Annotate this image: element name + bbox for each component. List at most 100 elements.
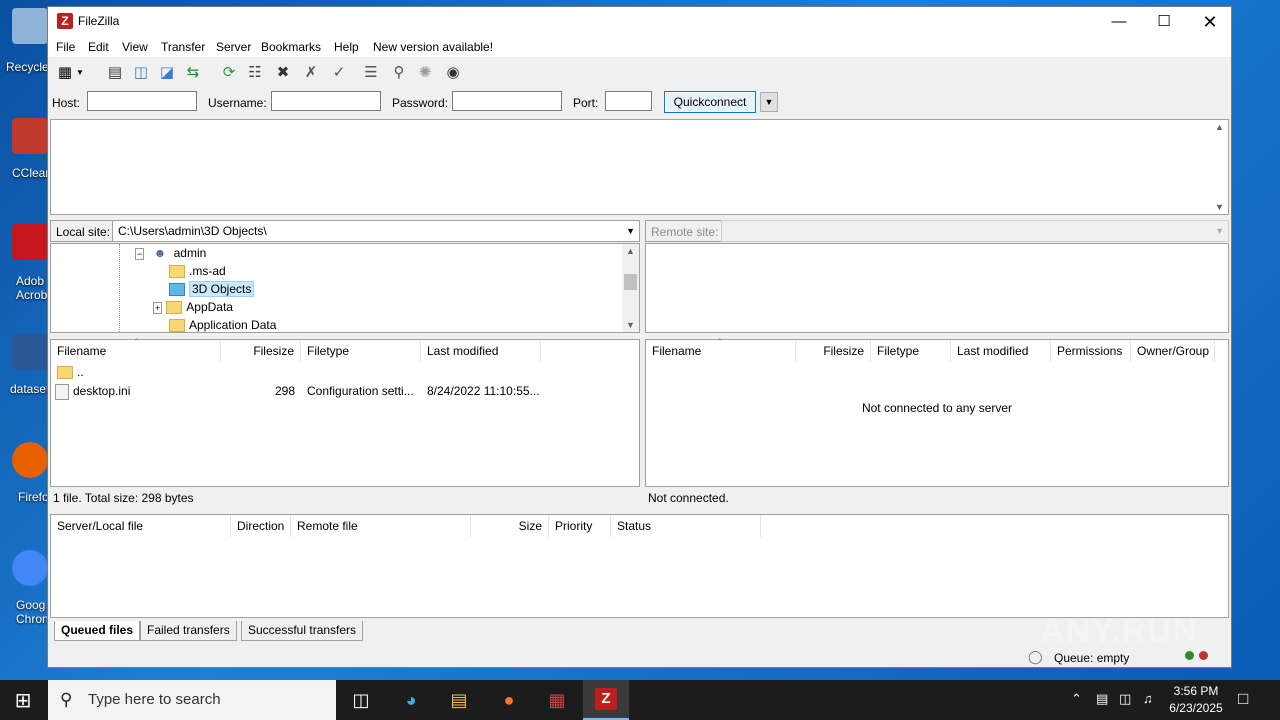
remote-path-combo[interactable]: ▼ <box>721 220 1229 242</box>
column-permissions[interactable]: Permissions <box>1051 340 1131 362</box>
clock-time: 3:56 PM <box>1173 684 1219 698</box>
tab-queued-files[interactable]: Queued files <box>54 621 141 641</box>
clock[interactable]: 3:56 PM 6/23/2025 <box>1166 683 1226 717</box>
scroll-up-icon[interactable]: ▲ <box>1211 122 1228 132</box>
collapse-icon[interactable]: − <box>135 248 145 260</box>
column-direction[interactable]: Direction <box>231 515 291 537</box>
directory-filter-icon[interactable]: ☰ <box>360 61 382 83</box>
file-type: Configuration setti... <box>307 384 414 398</box>
refresh-icon[interactable]: ⟳ <box>218 61 240 83</box>
scroll-down-icon[interactable]: ▼ <box>622 320 639 330</box>
disconnect-icon[interactable]: ✗ <box>300 61 322 83</box>
desktop-icon-ccleaner[interactable]: CClear <box>0 118 49 180</box>
remote-file-list[interactable]: Filename ⌃ Filesize Filetype Last modifi… <box>645 337 1229 487</box>
minimize-button[interactable]: — <box>1096 7 1142 37</box>
tree-item-admin[interactable]: − ☻ admin <box>135 246 206 260</box>
menu-file[interactable]: File <box>56 40 75 54</box>
quickconnect-dropdown-icon[interactable]: ▼ <box>760 92 778 112</box>
menu-help[interactable]: Help <box>334 40 359 54</box>
local-file-list[interactable]: Filename ⌃ Filesize Filetype Last modifi… <box>50 337 640 487</box>
notification-icon[interactable]: □ <box>1238 689 1248 709</box>
file-explorer-icon[interactable]: ▤ <box>436 680 482 720</box>
local-tree-scrollbar[interactable]: ▲ ▼ <box>622 244 639 332</box>
toggle-remote-tree-icon[interactable]: ◪ <box>156 61 178 83</box>
task-view-icon[interactable]: ◫ <box>338 680 384 720</box>
menu-transfer[interactable]: Transfer <box>161 40 205 54</box>
find-files-binoculars-icon[interactable]: ◉ <box>442 61 464 83</box>
cancel-operation-icon[interactable]: ✖ <box>272 61 294 83</box>
message-log-scrollbar[interactable]: ▲ ▼ <box>1211 120 1228 214</box>
transfer-queue[interactable]: Server/Local file Direction Remote file … <box>50 514 1229 618</box>
host-input[interactable] <box>87 91 197 111</box>
column-remote-file[interactable]: Remote file <box>291 515 471 537</box>
site-manager-dropdown-icon[interactable]: ▼ <box>74 61 86 83</box>
column-filesize[interactable]: Filesize <box>221 340 301 362</box>
process-queue-icon[interactable]: ☷ <box>244 61 266 83</box>
menu-edit[interactable]: Edit <box>88 40 109 54</box>
network-icon[interactable]: ◫ <box>1119 691 1131 707</box>
edge-icon[interactable]: ◕ <box>388 680 434 720</box>
scroll-up-icon[interactable]: ▲ <box>622 246 639 256</box>
column-last-modified[interactable]: Last modified <box>421 340 541 362</box>
chevron-down-icon[interactable]: ▼ <box>1215 221 1224 241</box>
password-input[interactable] <box>452 91 562 111</box>
tree-item-appdata[interactable]: + AppData <box>153 300 233 315</box>
expand-icon[interactable]: + <box>153 302 163 314</box>
scroll-down-icon[interactable]: ▼ <box>1211 202 1228 212</box>
chevron-down-icon[interactable]: ▼ <box>626 221 635 241</box>
remote-directory-tree[interactable] <box>645 243 1229 333</box>
message-log[interactable]: ▲ ▼ <box>50 119 1229 215</box>
column-filesize[interactable]: Filesize <box>796 340 871 362</box>
scrollbar-thumb[interactable] <box>624 274 637 290</box>
column-size[interactable]: Size <box>471 515 549 537</box>
column-filetype[interactable]: Filetype <box>301 340 421 362</box>
search-remote-icon[interactable]: ⚲ <box>388 61 410 83</box>
local-directory-tree[interactable]: − ☻ admin .ms-ad 3D Objects + AppData App… <box>50 243 640 333</box>
tree-item-3d-objects[interactable]: 3D Objects <box>169 281 255 297</box>
site-manager-icon[interactable]: ▦ <box>54 61 76 83</box>
chevron-up-icon[interactable]: ⌃ <box>1071 691 1082 707</box>
firefox-taskbar-icon[interactable]: ● <box>486 680 532 720</box>
folder-icon <box>169 265 185 279</box>
toggle-local-tree-icon[interactable]: ◫ <box>130 61 152 83</box>
tab-failed-transfers[interactable]: Failed transfers <box>140 621 237 641</box>
column-priority[interactable]: Priority <box>549 515 611 537</box>
menu-view[interactable]: View <box>122 40 148 54</box>
toggle-transfer-queue-icon[interactable]: ⇆ <box>182 61 204 83</box>
file-row-desktop-ini[interactable]: desktop.ini 298 Configuration setti... 8… <box>55 384 635 402</box>
local-path-combo[interactable]: C:\Users\admin\3D Objects\ ▼ <box>112 220 640 242</box>
filezilla-taskbar-icon[interactable]: Z <box>583 680 629 720</box>
tab-successful-transfers[interactable]: Successful transfers <box>241 621 364 641</box>
maximize-button[interactable]: ☐ <box>1141 7 1187 37</box>
port-input[interactable] <box>605 91 652 111</box>
close-button[interactable]: ✕ <box>1187 7 1233 37</box>
desktop-icon-acrobat[interactable]: Adob Acrob <box>0 224 48 302</box>
reconnect-icon[interactable]: ✓ <box>328 61 350 83</box>
menu-bookmarks[interactable]: Bookmarks <box>261 40 321 54</box>
column-server-local-file[interactable]: Server/Local file <box>51 515 231 537</box>
title-bar[interactable]: Z FileZilla — ☐ ✕ <box>48 7 1231 37</box>
menu-server[interactable]: Server <box>216 40 251 54</box>
column-last-modified[interactable]: Last modified <box>951 340 1051 362</box>
device-icon[interactable]: ▤ <box>1096 691 1108 707</box>
desktop-icon-dataset[interactable]: dataset <box>0 334 49 396</box>
sync-browsing-icon[interactable]: ✺ <box>414 61 436 83</box>
winrar-icon[interactable]: ▦ <box>534 680 580 720</box>
tree-item-application-data[interactable]: Application Data <box>169 318 276 333</box>
file-row-parent[interactable]: .. <box>57 365 84 380</box>
volume-icon[interactable]: ♫ <box>1143 691 1153 706</box>
column-owner-group[interactable]: Owner/Group <box>1131 340 1215 362</box>
windows-start-icon[interactable]: ⊞ <box>0 680 46 720</box>
column-status[interactable]: Status <box>611 515 761 537</box>
menu-new-version[interactable]: New version available! <box>373 40 493 54</box>
quickconnect-button[interactable]: Quickconnect <box>664 91 756 113</box>
column-filetype[interactable]: Filetype <box>871 340 951 362</box>
tree-item-ms-ad[interactable]: .ms-ad <box>169 264 226 279</box>
desktop-icon-firefox[interactable]: Firefo <box>0 442 49 504</box>
taskbar-search[interactable]: ⚲ Type here to search <box>48 680 336 720</box>
desktop-icon-recycle-bin[interactable]: Recycle <box>0 8 49 74</box>
firefox-icon <box>12 442 48 478</box>
desktop-icon-chrome[interactable]: Goog Chron <box>0 550 49 626</box>
username-input[interactable] <box>271 91 381 111</box>
toggle-message-log-icon[interactable]: ▤ <box>104 61 126 83</box>
